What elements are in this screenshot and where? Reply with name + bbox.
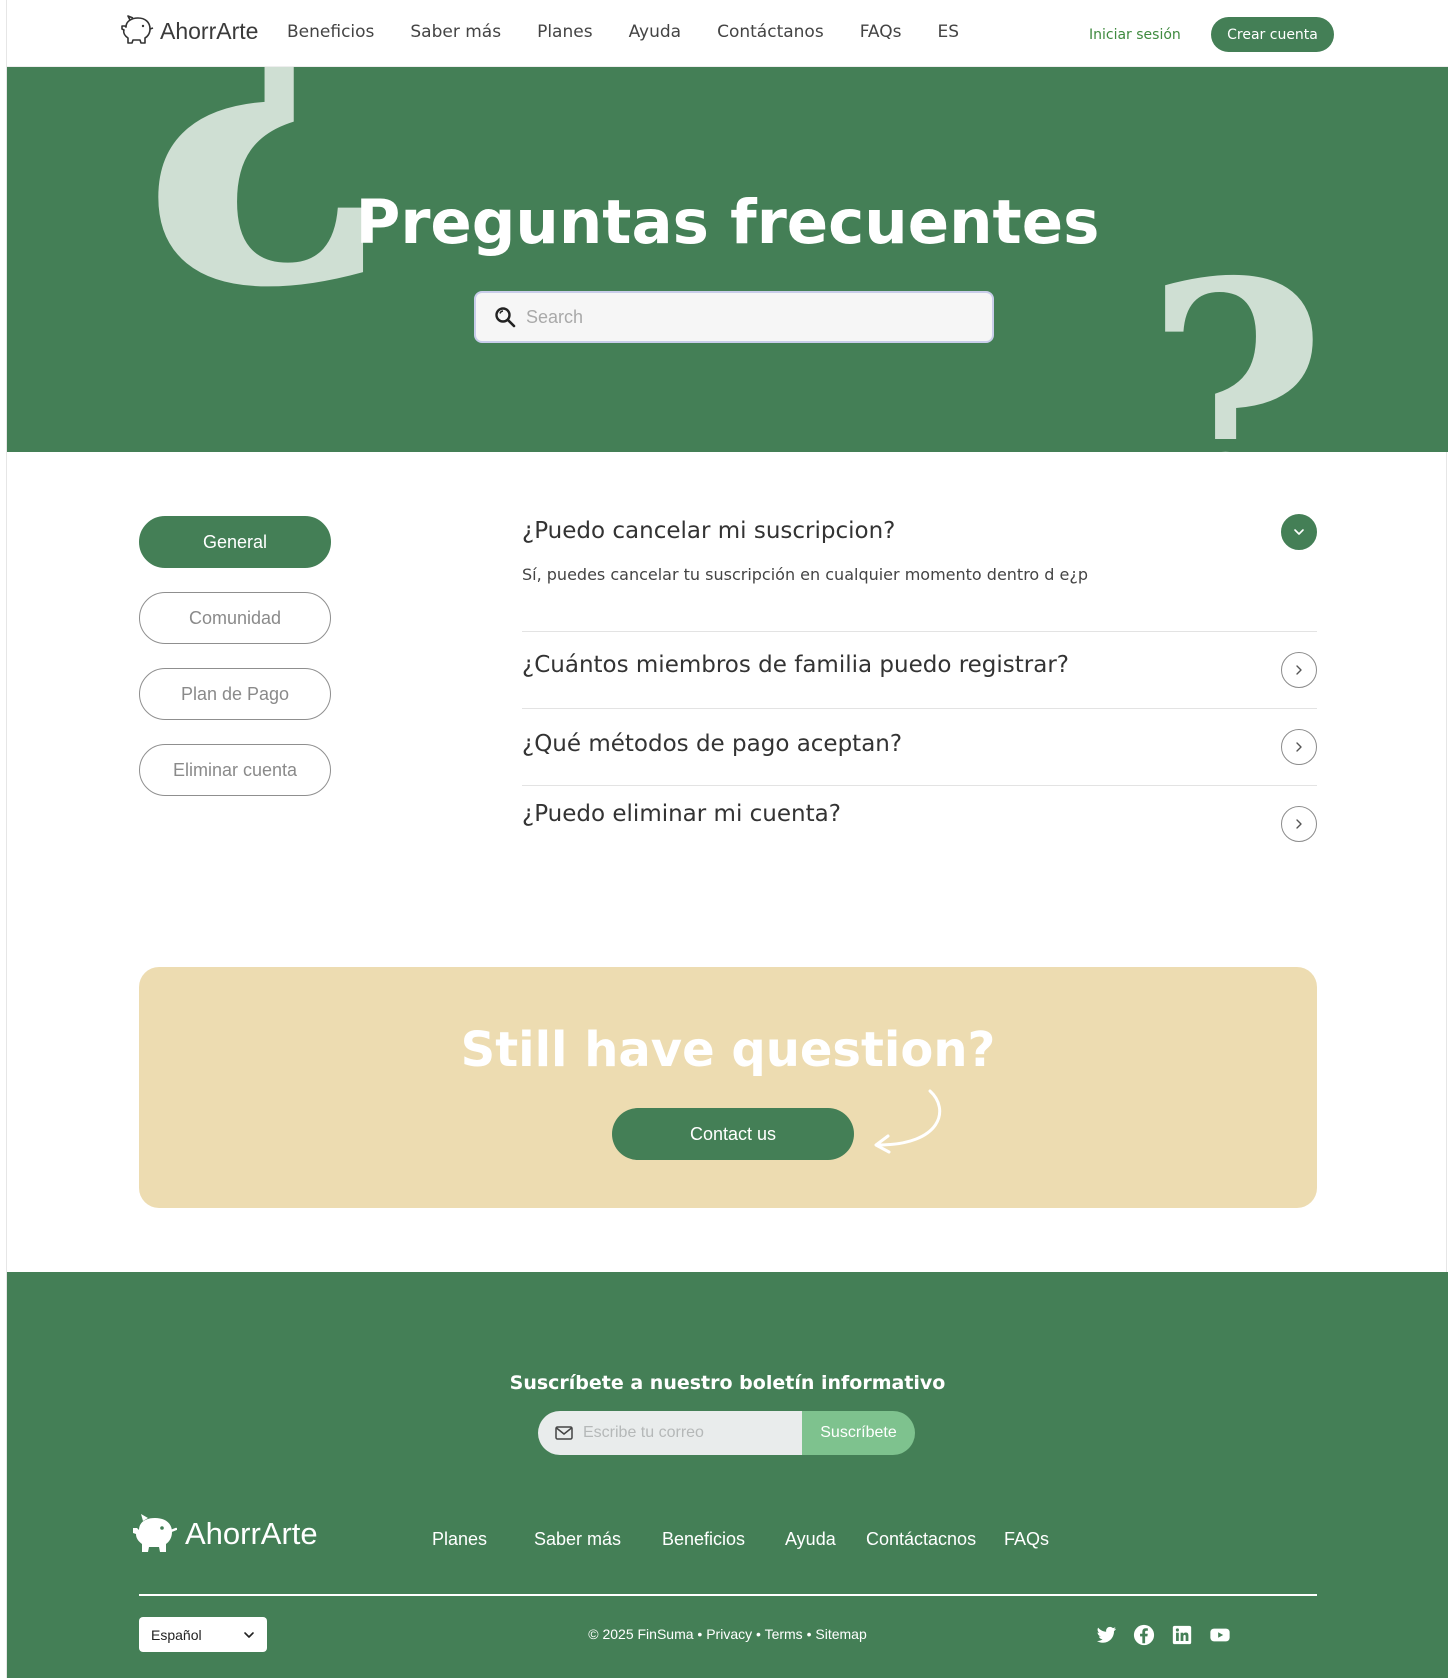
curved-arrow-icon [874,1089,942,1154]
linkedin-icon[interactable] [1171,1624,1193,1646]
nav-item-planes[interactable]: Planes [537,22,592,42]
footer-logo-text: AhorrArte [185,1516,318,1551]
contact-us-button[interactable]: Contact us [612,1108,854,1160]
page-title: Preguntas frecuentes [355,187,1100,258]
footer-link-ayuda[interactable]: Ayuda [785,1529,836,1550]
logo[interactable]: AhorrArte [120,15,258,47]
main-nav: Beneficios Saber más Planes Ayuda Contác… [287,22,995,42]
contact-cta-card: Still have question? Contact us [139,967,1317,1208]
piggy-bank-icon [121,15,154,44]
faq-answer: Sí, puedes cancelar tu suscripción en cu… [522,565,1089,584]
category-comunidad[interactable]: Comunidad [139,592,331,644]
search-icon [495,307,516,328]
faq-divider [522,785,1317,786]
footer-logo[interactable]: AhorrArte [131,1512,318,1556]
footer: Suscríbete a nuestro boletín informativo… [7,1272,1448,1678]
search-box [474,291,994,343]
copyright-line: © 2025 FinSuma • Privacy • Terms • Sitem… [588,1626,867,1642]
signup-button[interactable]: Crear cuenta [1211,17,1334,52]
top-navbar: AhorrArte Beneficios Saber más Planes Ay… [7,0,1448,67]
nav-item-saber-mas[interactable]: Saber más [410,22,501,42]
faq-divider [522,631,1317,632]
nav-item-faqs[interactable]: FAQs [860,22,902,42]
page: AhorrArte Beneficios Saber más Planes Ay… [6,0,1448,1678]
copyright-text: © 2025 FinSuma [588,1626,694,1642]
piggy-bank-icon [133,1514,177,1552]
email-input[interactable] [583,1424,783,1442]
chevron-down-icon[interactable] [1281,514,1317,550]
nav-item-ayuda[interactable]: Ayuda [629,22,682,42]
nav-item-contactanos[interactable]: Contáctanos [717,22,824,42]
category-eliminar-cuenta[interactable]: Eliminar cuenta [139,744,331,796]
sitemap-link[interactable]: Sitemap [815,1626,866,1642]
subscribe-button[interactable]: Suscríbete [802,1411,915,1455]
hero-banner: ¿ ? Preguntas frecuentes [7,67,1448,452]
footer-link-beneficios[interactable]: Beneficios [662,1529,745,1550]
language-switch[interactable]: ES [937,22,959,42]
faq-question[interactable]: ¿Qué métodos de pago aceptan? [522,731,902,757]
privacy-link[interactable]: Privacy [706,1626,752,1642]
footer-link-planes[interactable]: Planes [432,1529,487,1550]
category-general[interactable]: General [139,516,331,568]
twitter-icon[interactable] [1095,1624,1117,1646]
terms-link[interactable]: Terms [765,1626,803,1642]
category-plan-de-pago[interactable]: Plan de Pago [139,668,331,720]
nav-item-beneficios[interactable]: Beneficios [287,22,374,42]
faq-question[interactable]: ¿Puedo eliminar mi cuenta? [522,801,841,827]
login-link[interactable]: Iniciar sesión [1089,27,1181,43]
chevron-right-icon[interactable] [1281,806,1317,842]
search-input[interactable] [526,306,966,328]
chevron-right-icon[interactable] [1281,729,1317,765]
footer-link-faqs[interactable]: FAQs [1004,1529,1049,1550]
newsletter-field [538,1411,802,1455]
facebook-icon[interactable] [1133,1624,1155,1646]
chevron-right-icon[interactable] [1281,652,1317,688]
logo-text: AhorrArte [160,17,259,44]
mail-icon [555,1426,573,1440]
footer-link-saber-mas[interactable]: Saber más [534,1529,621,1550]
cta-title: Still have question? [460,1022,996,1078]
footer-link-contactanos[interactable]: Contáctacnos [866,1529,976,1550]
faq-question[interactable]: ¿Cuántos miembros de familia puedo regis… [522,652,1069,678]
newsletter-title: Suscríbete a nuestro boletín informativo [509,1372,946,1394]
faq-divider [522,708,1317,709]
faq-question[interactable]: ¿Puedo cancelar mi suscripcion? [522,518,895,544]
decor-question-mark: ? [1145,215,1327,452]
youtube-icon[interactable] [1209,1624,1231,1646]
footer-divider [139,1594,1317,1596]
